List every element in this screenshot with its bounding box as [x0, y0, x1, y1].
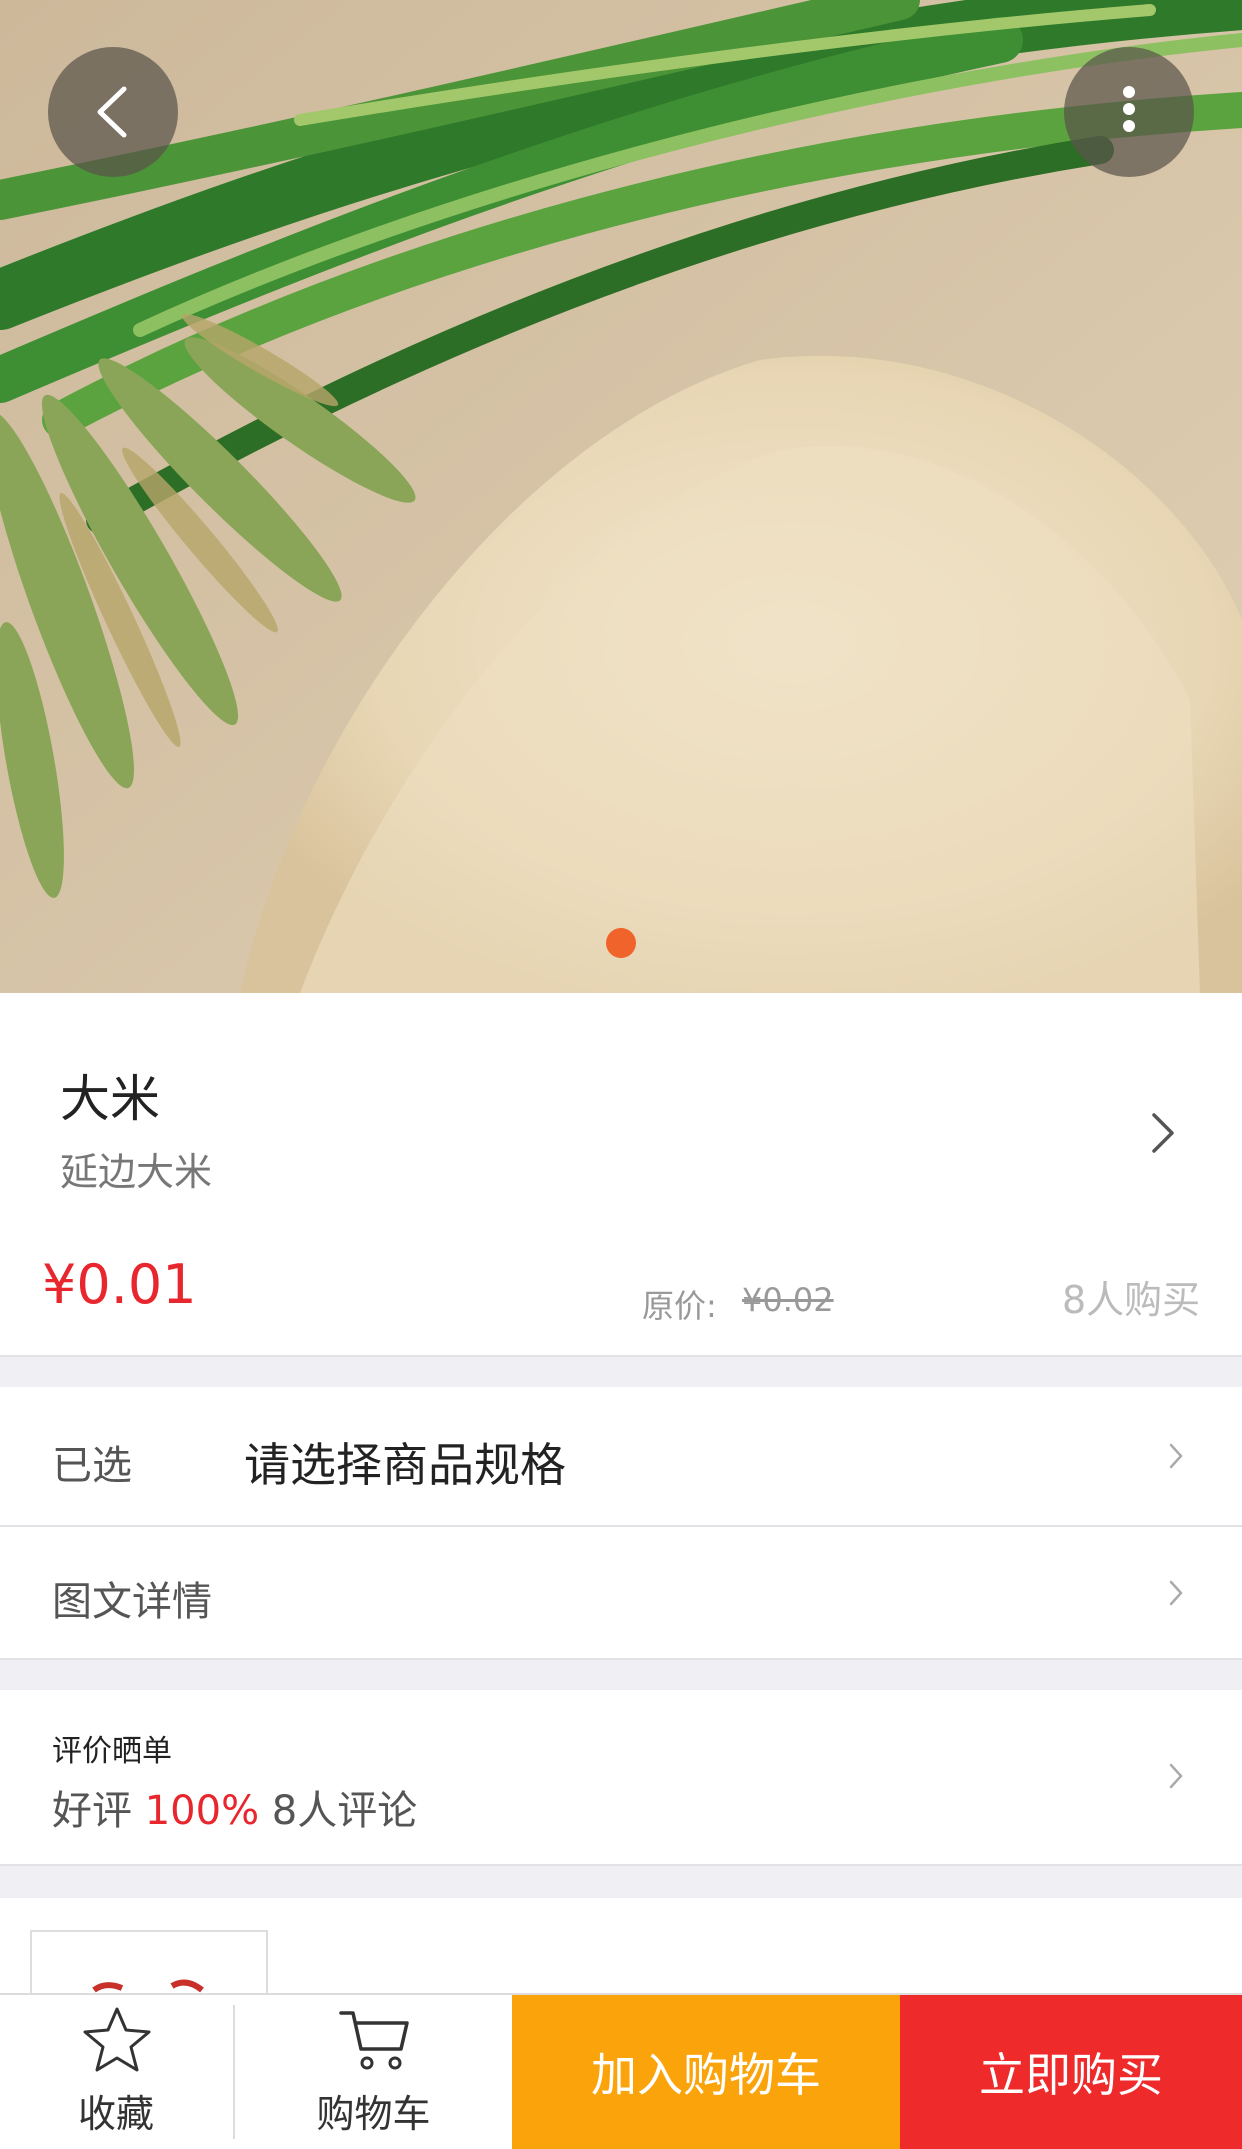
store-card[interactable] [0, 1898, 1242, 2012]
cart-button[interactable]: 购物车 [235, 1995, 512, 2149]
product-name: 大米 [60, 1070, 160, 1128]
star-icon [83, 2007, 151, 2072]
chevron-left-icon [97, 86, 127, 138]
chevron-right-icon [1169, 1443, 1183, 1469]
original-price: ¥0.02 [742, 1281, 834, 1319]
reviews-row[interactable]: 评价晒单 好评 100% 8人评论 [0, 1690, 1242, 1864]
cart-icon [339, 2011, 409, 2070]
review-count: 8人评论 [271, 1788, 418, 1834]
spec-label: 已选 [52, 1443, 132, 1489]
divider [0, 1658, 1242, 1660]
favorite-button[interactable]: 收藏 [0, 1995, 232, 2149]
good-review-rate: 100% [144, 1788, 260, 1834]
product-subtitle: 延边大米 [60, 1150, 213, 1194]
more-vertical-icon [1123, 86, 1135, 132]
details-label: 图文详情 [52, 1579, 212, 1625]
gallery-pagination-dot[interactable] [606, 928, 636, 958]
chevron-right-icon[interactable] [1148, 1111, 1178, 1155]
add-to-cart-button[interactable]: 加入购物车 [512, 1995, 900, 2149]
product-info-card[interactable]: 大米 延边大米 ¥0.01 原价: ¥0.02 8人购买 [0, 993, 1242, 1355]
divider [0, 1864, 1242, 1866]
divider [0, 1355, 1242, 1357]
bottom-action-bar: 收藏 购物车 加入购物车 立即购买 [0, 1993, 1242, 2149]
spec-selector-row[interactable]: 已选 请选择商品规格 [0, 1387, 1242, 1525]
reviews-summary: 好评 100% 8人评论 [52, 1778, 417, 1836]
buy-now-button[interactable]: 立即购买 [900, 1995, 1242, 2149]
chevron-right-icon [1169, 1580, 1183, 1606]
cart-label: 购物车 [316, 2092, 431, 2136]
product-price: ¥0.01 [42, 1253, 197, 1316]
original-price-label: 原价: [642, 1287, 717, 1325]
buyers-count: 8人购买 [1062, 1278, 1201, 1322]
spec-value: 请选择商品规格 [244, 1438, 566, 1492]
good-review-label: 好评 [52, 1788, 132, 1834]
product-photo [0, 0, 1242, 993]
product-image-gallery[interactable] [0, 0, 1242, 993]
favorite-label: 收藏 [77, 2092, 154, 2136]
details-row[interactable]: 图文详情 [0, 1527, 1242, 1658]
chevron-right-icon [1169, 1763, 1183, 1789]
back-button[interactable] [48, 47, 178, 177]
reviews-title: 评价晒单 [52, 1734, 172, 1769]
more-options-button[interactable] [1064, 47, 1194, 177]
